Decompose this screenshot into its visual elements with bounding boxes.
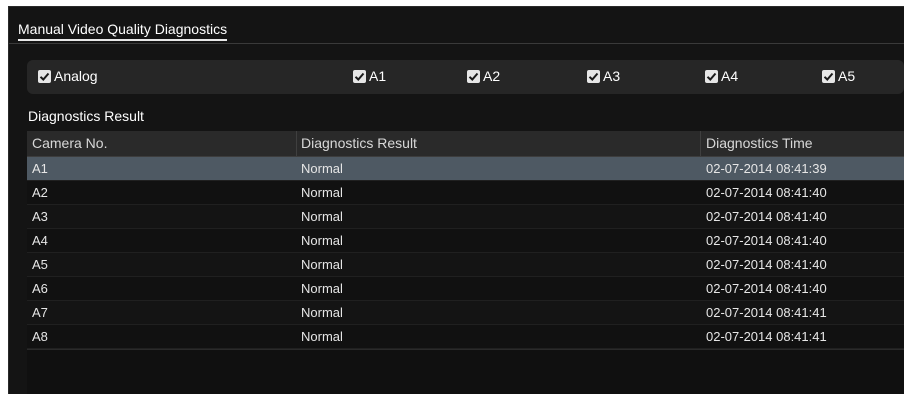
cell-time: 02-07-2014 08:41:40 bbox=[706, 281, 827, 296]
checkbox-a2[interactable]: A2 bbox=[467, 68, 500, 84]
cell-result: Normal bbox=[301, 281, 343, 296]
checkbox-a1[interactable]: A1 bbox=[353, 68, 386, 84]
tab-bar: Manual Video Quality Diagnostics bbox=[9, 7, 904, 44]
cell-result: Normal bbox=[301, 329, 343, 344]
checkmark-icon bbox=[467, 69, 480, 83]
checkbox-a4-label: A4 bbox=[721, 68, 739, 84]
cell-camera: A6 bbox=[32, 281, 48, 296]
tab-manual-video-quality-diagnostics[interactable]: Manual Video Quality Diagnostics bbox=[18, 21, 228, 41]
cell-camera: A2 bbox=[32, 185, 48, 200]
checkmark-icon bbox=[822, 69, 835, 83]
checkbox-a4[interactable]: A4 bbox=[705, 68, 738, 84]
cell-result: Normal bbox=[301, 233, 343, 248]
column-header-camera-no[interactable]: Camera No. bbox=[32, 135, 107, 151]
column-divider[interactable] bbox=[296, 131, 297, 156]
cell-result: Normal bbox=[301, 161, 343, 176]
cell-time: 02-07-2014 08:41:40 bbox=[706, 257, 827, 272]
checkbox-a2-label: A2 bbox=[483, 68, 501, 84]
table-empty-area bbox=[27, 349, 904, 362]
table-row[interactable]: A7 Normal 02-07-2014 08:41:41 bbox=[27, 301, 904, 325]
cell-time: 02-07-2014 08:41:40 bbox=[706, 185, 827, 200]
cell-time: 02-07-2014 08:41:41 bbox=[706, 305, 827, 320]
cell-result: Normal bbox=[301, 185, 343, 200]
checkmark-icon bbox=[587, 69, 600, 83]
table-row[interactable]: A1 Normal 02-07-2014 08:41:39 bbox=[27, 157, 904, 181]
cell-camera: A3 bbox=[32, 209, 48, 224]
cell-camera: A5 bbox=[32, 257, 48, 272]
checkbox-a5-label: A5 bbox=[838, 68, 856, 84]
diagnostics-panel: Manual Video Quality Diagnostics Analog … bbox=[8, 6, 904, 394]
cell-time: 02-07-2014 08:41:40 bbox=[706, 233, 827, 248]
checkbox-analog[interactable]: Analog bbox=[38, 68, 98, 84]
checkmark-icon bbox=[705, 69, 718, 83]
results-table: Camera No. Diagnostics Result Diagnostic… bbox=[27, 131, 904, 394]
table-row[interactable]: A2 Normal 02-07-2014 08:41:40 bbox=[27, 181, 904, 205]
channel-checkbox-row: Analog A1 A2 A3 A4 A5 bbox=[27, 60, 904, 94]
cell-result: Normal bbox=[301, 209, 343, 224]
checkbox-analog-label: Analog bbox=[54, 68, 98, 84]
cell-result: Normal bbox=[301, 257, 343, 272]
section-title-diagnostics-result: Diagnostics Result bbox=[28, 108, 144, 124]
column-header-diagnostics-time[interactable]: Diagnostics Time bbox=[706, 135, 813, 151]
column-header-diagnostics-result[interactable]: Diagnostics Result bbox=[301, 135, 417, 151]
table-row[interactable]: A6 Normal 02-07-2014 08:41:40 bbox=[27, 277, 904, 301]
checkbox-a3-label: A3 bbox=[603, 68, 621, 84]
cell-time: 02-07-2014 08:41:39 bbox=[706, 161, 827, 176]
cell-camera: A1 bbox=[32, 161, 48, 176]
cell-time: 02-07-2014 08:41:41 bbox=[706, 329, 827, 344]
cell-result: Normal bbox=[301, 305, 343, 320]
checkbox-a1-label: A1 bbox=[369, 68, 387, 84]
checkbox-a5[interactable]: A5 bbox=[822, 68, 855, 84]
checkmark-icon bbox=[38, 69, 51, 83]
cell-time: 02-07-2014 08:41:40 bbox=[706, 209, 827, 224]
table-row[interactable]: A3 Normal 02-07-2014 08:41:40 bbox=[27, 205, 904, 229]
table-row[interactable]: A4 Normal 02-07-2014 08:41:40 bbox=[27, 229, 904, 253]
checkmark-icon bbox=[353, 69, 366, 83]
checkbox-a3[interactable]: A3 bbox=[587, 68, 620, 84]
cell-camera: A4 bbox=[32, 233, 48, 248]
cell-camera: A7 bbox=[32, 305, 48, 320]
cell-camera: A8 bbox=[32, 329, 48, 344]
table-row[interactable]: A8 Normal 02-07-2014 08:41:41 bbox=[27, 325, 904, 349]
table-row[interactable]: A5 Normal 02-07-2014 08:41:40 bbox=[27, 253, 904, 277]
table-header: Camera No. Diagnostics Result Diagnostic… bbox=[27, 131, 904, 157]
column-divider[interactable] bbox=[700, 131, 701, 156]
